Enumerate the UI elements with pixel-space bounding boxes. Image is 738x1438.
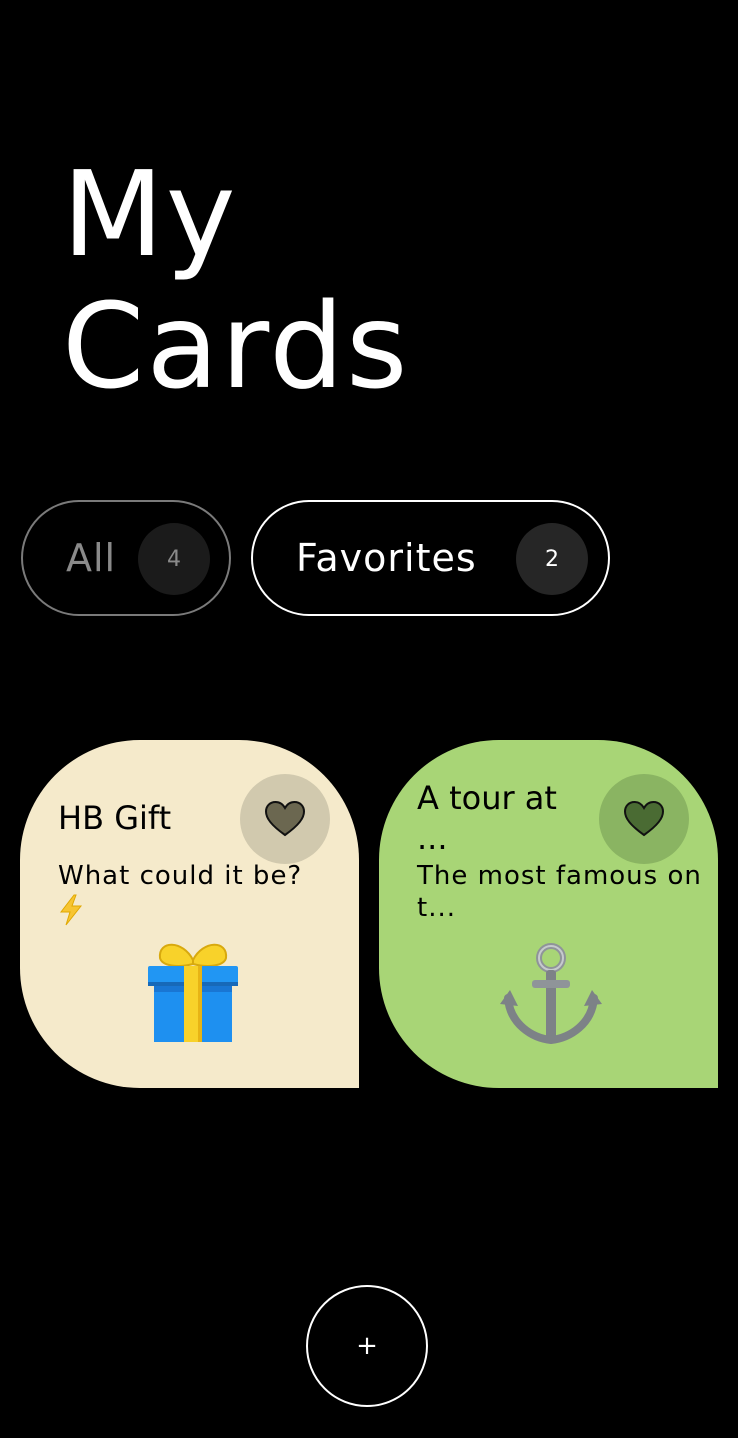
card-description: The most famous on t... [417,861,702,923]
filter-favorites-count-badge: 2 [516,523,588,595]
page-title-line-1: My [62,145,238,283]
add-card-button[interactable]: + [306,1285,428,1407]
filter-all-count-badge: 4 [138,523,210,595]
filter-all-tab[interactable]: All 4 [21,500,231,616]
favorite-button[interactable] [240,774,330,864]
filter-all-label: All [66,536,117,580]
lightning-icon [59,894,83,926]
favorite-button[interactable] [599,774,689,864]
heart-icon [265,801,305,837]
card-a-tour[interactable]: A tour at ... The most famous on t... [379,740,718,1088]
anchor-icon [500,943,602,1045]
card-description-text: What could it be? [58,861,303,891]
page-title: My Cards [62,148,410,412]
card-hb-gift[interactable]: HB Gift What could it be? [20,740,359,1088]
heart-icon [624,801,664,837]
card-title: A tour at ... [417,779,557,857]
page-title-line-2: Cards [62,277,410,415]
filter-favorites-tab[interactable]: Favorites 2 [251,500,610,616]
card-title: HB Gift [58,799,172,837]
gift-icon [148,943,238,1042]
filter-favorites-label: Favorites [296,536,477,580]
card-description: What could it be? [58,860,348,934]
lightning-emoji [58,894,348,934]
